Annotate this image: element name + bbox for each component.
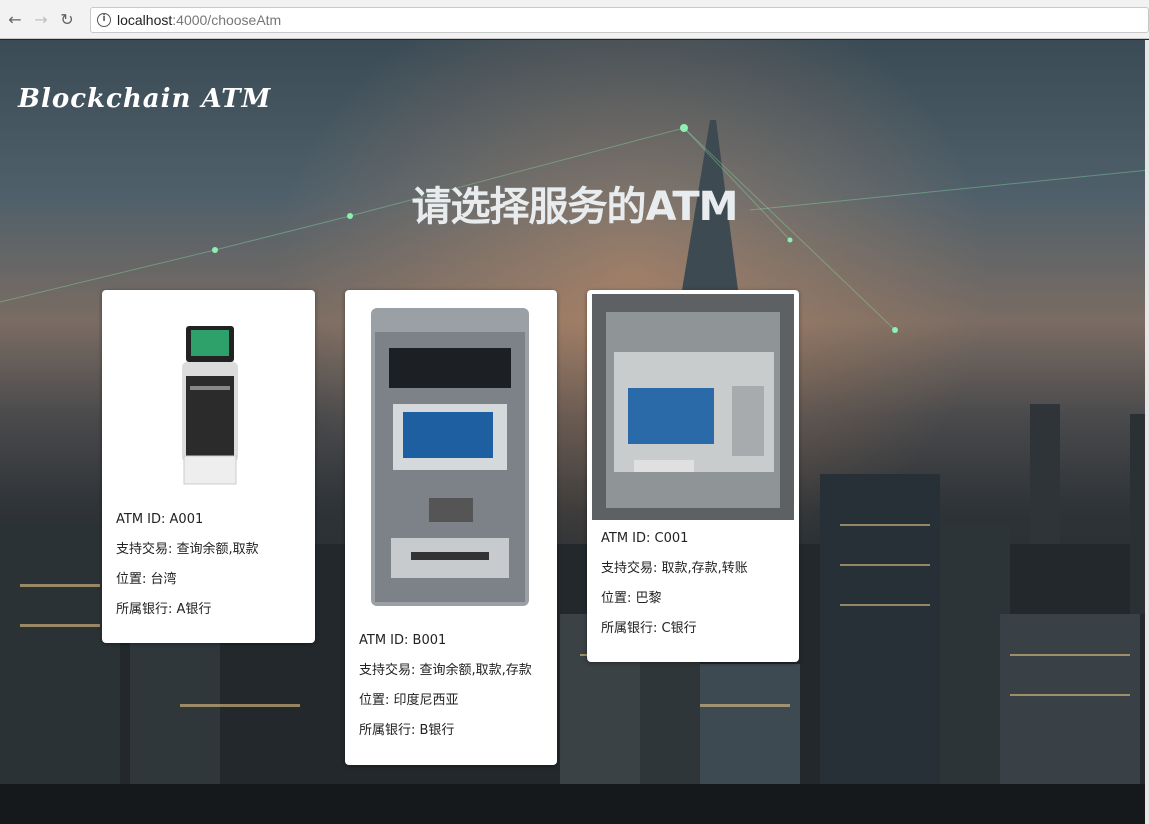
back-arrow-icon[interactable]: ← <box>4 8 26 30</box>
atm-location: 位置: 巴黎 <box>601 591 662 606</box>
page-background: Blockchain ATM 请选择服务的ATM ATM ID: A001 支持… <box>0 40 1149 824</box>
brand-logo[interactable]: Blockchain ATM <box>18 84 271 114</box>
atm-image <box>182 326 238 485</box>
atm-details: ATM ID: A001 支持交易: 查询余额,取款 位置: 台湾 所属银行: … <box>116 505 259 625</box>
url-host: localhost <box>117 12 173 28</box>
atm-transactions: 支持交易: 取款,存款,转账 <box>601 561 748 576</box>
reload-icon[interactable]: ↻ <box>56 8 78 30</box>
atm-location: 位置: 台湾 <box>116 572 177 587</box>
url-path: :4000/chooseAtm <box>172 12 282 28</box>
atm-bank: 所属银行: C银行 <box>601 621 697 636</box>
atm-id: ATM ID: C001 <box>601 531 689 546</box>
scrollbar-track[interactable] <box>1145 40 1149 824</box>
atm-transactions: 支持交易: 查询余额,取款,存款 <box>359 663 532 678</box>
atm-image <box>371 308 529 606</box>
atm-location: 位置: 印度尼西亚 <box>359 693 459 708</box>
atm-details: ATM ID: B001 支持交易: 查询余额,取款,存款 位置: 印度尼西亚 … <box>359 626 532 746</box>
address-bar[interactable]: i localhost :4000/chooseAtm <box>90 7 1149 33</box>
atm-id: ATM ID: A001 <box>116 512 204 527</box>
atm-card-c001[interactable]: ATM ID: C001 支持交易: 取款,存款,转账 位置: 巴黎 所属银行:… <box>587 290 799 662</box>
info-icon[interactable]: i <box>97 13 111 27</box>
page-title: 请选择服务的ATM <box>411 184 739 230</box>
atm-bank: 所属银行: B银行 <box>359 723 455 738</box>
atm-transactions: 支持交易: 查询余额,取款 <box>116 542 259 557</box>
atm-image <box>592 294 794 520</box>
atm-card-b001[interactable]: ATM ID: B001 支持交易: 查询余额,取款,存款 位置: 印度尼西亚 … <box>345 290 557 765</box>
forward-arrow-icon[interactable]: → <box>30 8 52 30</box>
atm-id: ATM ID: B001 <box>359 633 447 648</box>
atm-bank: 所属银行: A银行 <box>116 602 212 617</box>
atm-details: ATM ID: C001 支持交易: 取款,存款,转账 位置: 巴黎 所属银行:… <box>601 524 748 644</box>
atm-card-a001[interactable]: ATM ID: A001 支持交易: 查询余额,取款 位置: 台湾 所属银行: … <box>102 290 315 643</box>
browser-toolbar: ← → ↻ i localhost :4000/chooseAtm <box>0 0 1149 39</box>
